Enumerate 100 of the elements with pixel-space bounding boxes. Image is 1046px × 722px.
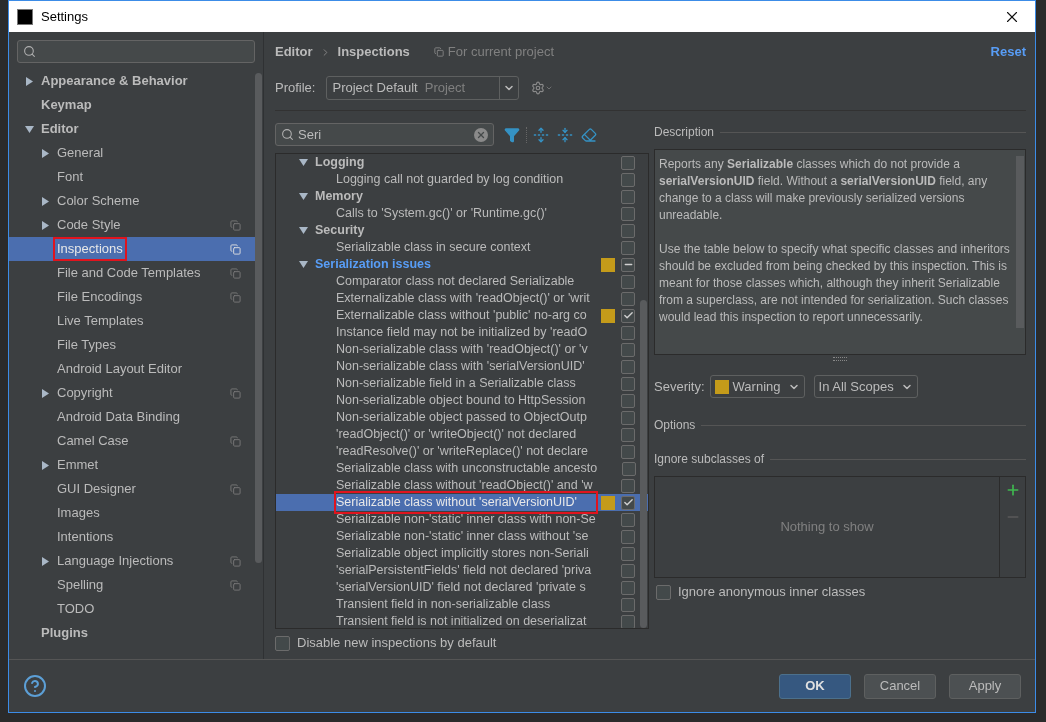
inspection-row[interactable]: Transient field in non-serializable class — [276, 596, 648, 613]
scrollbar-thumb[interactable] — [1016, 156, 1024, 328]
eraser-icon[interactable] — [581, 126, 597, 143]
sidebar-item[interactable]: File Types — [9, 333, 255, 357]
inspection-row[interactable]: Serializable class without 'readObject()' and 'w — [276, 477, 648, 494]
sidebar-item[interactable]: Color Scheme — [9, 189, 255, 213]
expand-arrow-icon[interactable] — [41, 220, 50, 230]
checkbox[interactable] — [621, 308, 635, 323]
category-row[interactable]: Memory — [276, 188, 648, 205]
scrollbar-thumb[interactable] — [640, 300, 647, 628]
inspection-row[interactable]: 'serialPersistentFields' field not declared 'priva — [276, 562, 648, 579]
inspection-row[interactable]: Serializable class with unconstructable ancesto — [276, 460, 648, 477]
checkbox[interactable] — [621, 155, 635, 170]
checkbox[interactable] — [621, 325, 635, 340]
inspection-row[interactable]: 'readResolve()' or 'writeReplace()' not declare — [276, 443, 648, 460]
filter-field[interactable]: Seri — [275, 123, 494, 146]
sidebar-item[interactable]: File and Code Templates — [9, 261, 255, 285]
checkbox[interactable] — [621, 580, 635, 595]
scrollbar-thumb[interactable] — [255, 73, 262, 563]
sidebar-item[interactable]: Spelling — [9, 573, 255, 597]
inspection-row[interactable]: 'serialVersionUID' field not declared 'private s — [276, 579, 648, 596]
checkbox[interactable] — [621, 444, 635, 459]
checkbox[interactable] — [621, 189, 635, 204]
checkbox[interactable] — [621, 478, 635, 493]
breadcrumb-item[interactable]: Inspections — [337, 42, 410, 62]
checkbox[interactable] — [621, 546, 635, 561]
inspection-row[interactable]: Instance field may not be initialized by 'readO — [276, 324, 648, 341]
checkbox[interactable] — [621, 240, 635, 255]
sidebar-item[interactable]: Language Injections — [9, 549, 255, 573]
category-row[interactable]: Serialization issues — [276, 256, 648, 273]
sidebar-item[interactable]: Emmet — [9, 453, 255, 477]
checkbox[interactable] — [621, 597, 635, 612]
checkbox[interactable] — [621, 274, 635, 289]
collapse-arrow-icon[interactable] — [299, 192, 308, 201]
dialog-button[interactable]: Cancel — [864, 673, 936, 699]
category-row[interactable]: Logging — [276, 154, 648, 171]
inspection-row[interactable]: Non-serializable class with 'readObject()' or 'v — [276, 341, 648, 358]
checkbox[interactable] — [621, 172, 635, 187]
profile-dropdown[interactable]: Project Default Project — [326, 76, 520, 100]
checkbox[interactable] — [275, 635, 290, 651]
checkbox[interactable] — [621, 376, 635, 391]
checkbox[interactable] — [621, 257, 635, 272]
dialog-button[interactable]: OK — [779, 673, 851, 699]
inspection-row[interactable]: Non-serializable field in a Serializable class — [276, 375, 648, 392]
splitter-handle[interactable] — [833, 357, 847, 361]
inspection-row[interactable]: 'readObject()' or 'writeObject()' not declared — [276, 426, 648, 443]
checkbox[interactable] — [621, 291, 635, 306]
inspection-row[interactable]: Calls to 'System.gc()' or 'Runtime.gc()' — [276, 205, 648, 222]
expand-arrow-icon[interactable] — [25, 76, 34, 86]
sidebar-item[interactable]: Android Layout Editor — [9, 357, 255, 381]
sidebar-item[interactable]: Camel Case — [9, 429, 255, 453]
settings-menu-button[interactable] — [531, 81, 554, 95]
sidebar-item[interactable]: Editor — [9, 117, 255, 141]
scope-dropdown[interactable]: In All Scopes — [813, 375, 918, 398]
checkbox[interactable] — [621, 529, 635, 544]
expand-all-icon[interactable] — [533, 126, 549, 143]
inspection-row[interactable]: Comparator class not declared Serializable — [276, 273, 648, 290]
inspection-row[interactable]: Externalizable class with 'readObject()' or 'writ — [276, 290, 648, 307]
sidebar-item[interactable]: Plugins — [9, 621, 255, 645]
checkbox[interactable] — [621, 359, 635, 374]
checkbox[interactable] — [621, 427, 635, 442]
dialog-button[interactable]: Apply — [949, 673, 1021, 699]
checkbox[interactable] — [656, 584, 671, 600]
sidebar-item[interactable]: Keymap — [9, 93, 255, 117]
collapse-arrow-icon[interactable] — [299, 226, 308, 235]
inspection-row[interactable]: Serializable non-'static' inner class without 'se — [276, 528, 648, 545]
reset-link[interactable]: Reset — [990, 42, 1026, 62]
clear-icon[interactable] — [474, 127, 488, 142]
collapse-arrow-icon[interactable] — [25, 124, 34, 134]
inspection-row[interactable]: Serializable class in secure context — [276, 239, 648, 256]
expand-arrow-icon[interactable] — [41, 388, 50, 398]
checkbox[interactable] — [621, 393, 635, 408]
checkbox[interactable] — [621, 495, 635, 510]
sidebar-item[interactable]: TODO — [9, 597, 255, 621]
severity-dropdown[interactable]: Warning — [709, 375, 805, 398]
breadcrumb-item[interactable]: Editor — [275, 42, 313, 62]
expand-arrow-icon[interactable] — [41, 148, 50, 158]
inspection-row[interactable]: Externalizable class without 'public' no-arg co — [276, 307, 648, 324]
inspection-row[interactable]: Non-serializable object passed to ObjectOutp — [276, 409, 648, 426]
expand-arrow-icon[interactable] — [41, 196, 50, 206]
help-icon[interactable] — [23, 674, 47, 698]
checkbox[interactable] — [621, 223, 635, 238]
inspection-row[interactable]: Serializable object implicitly stores non-Seriali — [276, 545, 648, 562]
inspection-row[interactable]: Transient field is not initialized on deserializat — [276, 613, 648, 628]
sidebar-item[interactable]: Intentions — [9, 525, 255, 549]
sidebar-item[interactable]: Android Data Binding — [9, 405, 255, 429]
collapse-all-icon[interactable] — [557, 126, 573, 143]
collapse-arrow-icon[interactable] — [299, 158, 308, 167]
checkbox[interactable] — [622, 461, 636, 476]
sidebar-item[interactable]: File Encodings — [9, 285, 255, 309]
sidebar-item[interactable]: Copyright — [9, 381, 255, 405]
sidebar-item[interactable]: GUI Designer — [9, 477, 255, 501]
sidebar-item[interactable]: Images — [9, 501, 255, 525]
sidebar-item[interactable]: General — [9, 141, 255, 165]
category-row[interactable]: Security — [276, 222, 648, 239]
inspection-row[interactable]: Non-serializable class with 'serialVersionUID' — [276, 358, 648, 375]
sidebar-item[interactable]: Appearance & Behavior — [9, 69, 255, 93]
filter-icon[interactable] — [504, 126, 520, 143]
checkbox[interactable] — [621, 563, 635, 578]
checkbox[interactable] — [621, 342, 635, 357]
